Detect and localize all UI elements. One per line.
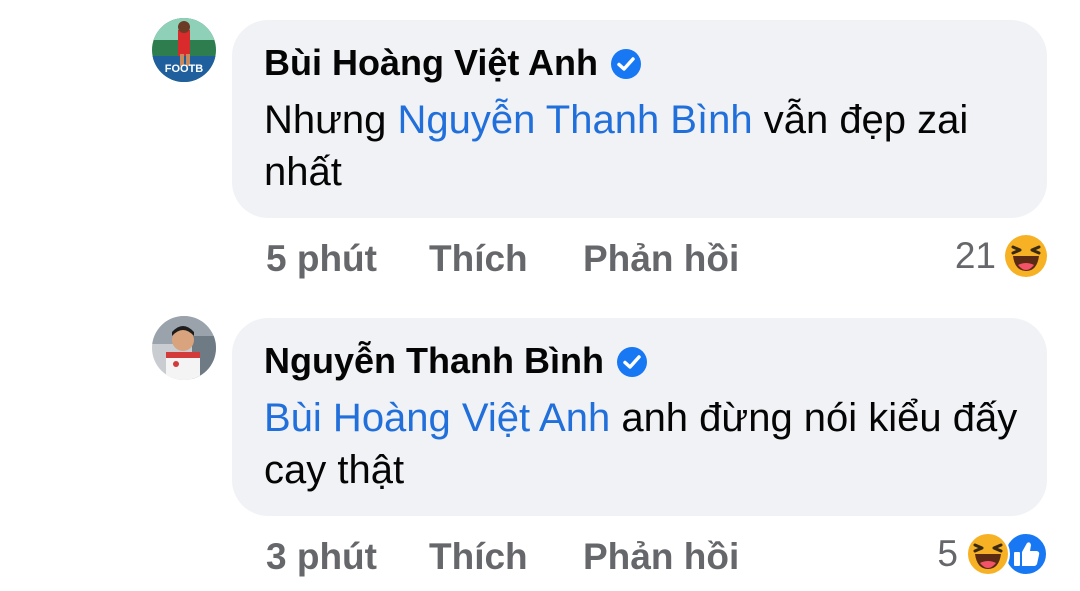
author-name[interactable]: Bùi Hoàng Việt Anh: [264, 42, 598, 84]
comment-bubble: Bùi Hoàng Việt Anh Nhưng Nguyễn Thanh Bì…: [232, 20, 1047, 218]
reaction-count: 5: [937, 533, 958, 574]
reply-button[interactable]: Phản hồi: [583, 536, 739, 578]
comment-text: Nhưng Nguyễn Thanh Bình vẫn đẹp zai nhất: [264, 94, 1024, 198]
comment-bubble: Nguyễn Thanh Bình Bùi Hoàng Việt Anh anh…: [232, 318, 1047, 516]
avatar-text: FOOTB: [165, 63, 204, 75]
haha-icon: [1004, 234, 1048, 278]
haha-icon: [966, 532, 1010, 576]
verified-badge-icon: [610, 47, 642, 79]
avatar[interactable]: FOOTB: [152, 18, 216, 82]
mention-link[interactable]: Nguyễn Thanh Bình: [398, 98, 753, 142]
comment-text: Bùi Hoàng Việt Anh anh đừng nói kiểu đấy…: [264, 392, 1024, 496]
verified-badge-icon: [616, 345, 648, 377]
like-button[interactable]: Thích: [429, 536, 528, 578]
mention-link[interactable]: Bùi Hoàng Việt Anh: [264, 396, 610, 440]
reply-button[interactable]: Phản hồi: [583, 238, 739, 280]
comment-timestamp[interactable]: 5 phút: [266, 238, 377, 280]
author-name[interactable]: Nguyễn Thanh Bình: [264, 340, 604, 382]
comment-author[interactable]: Nguyễn Thanh Bình: [264, 340, 648, 382]
reaction-count: 21: [954, 235, 996, 276]
comment-timestamp[interactable]: 3 phút: [266, 536, 377, 578]
like-button[interactable]: Thích: [429, 238, 528, 280]
comment-text-before: Nhưng: [264, 98, 398, 142]
reaction-summary[interactable]: 5: [937, 532, 1048, 576]
like-icon: [1004, 532, 1048, 576]
comment-author[interactable]: Bùi Hoàng Việt Anh: [264, 42, 642, 84]
reaction-summary[interactable]: 21: [955, 234, 1048, 278]
avatar[interactable]: [152, 316, 216, 380]
